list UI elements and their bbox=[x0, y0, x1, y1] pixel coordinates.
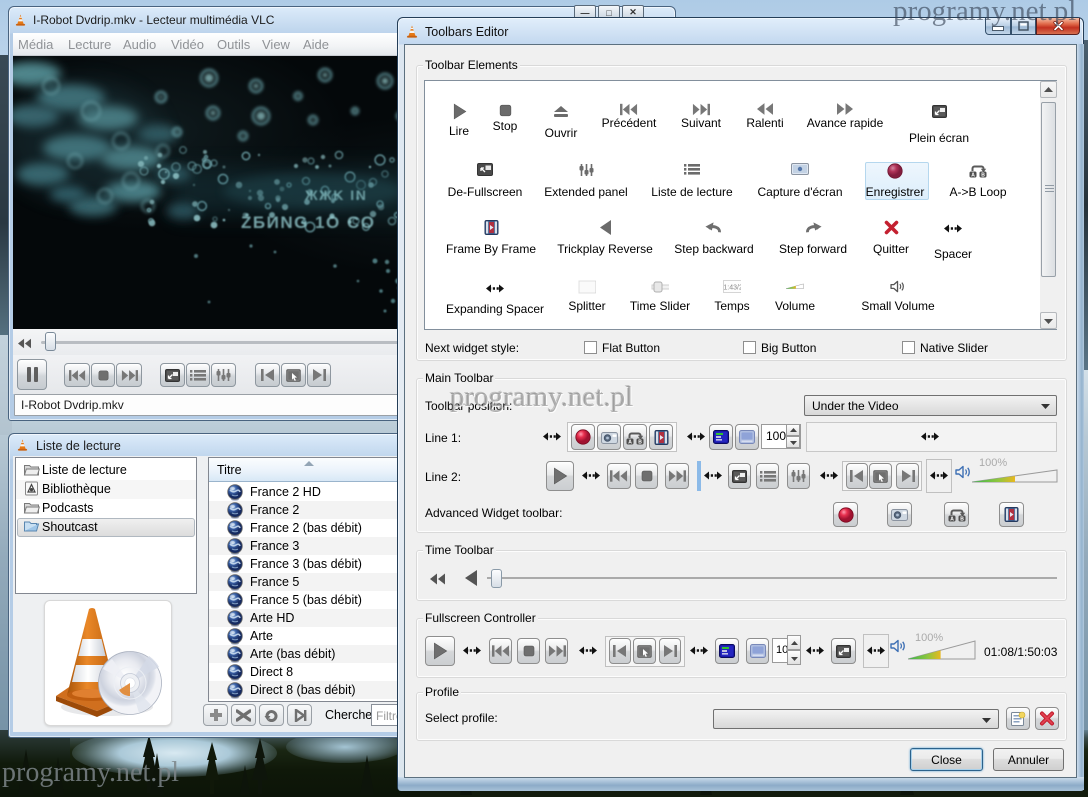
svg-text:B: B bbox=[960, 516, 964, 522]
svg-text:ЖЖK IN: ЖЖK IN bbox=[304, 187, 367, 203]
svg-text:A: A bbox=[628, 439, 632, 445]
svg-text:B: B bbox=[981, 172, 985, 178]
svg-text:A: A bbox=[950, 516, 954, 522]
svg-text:1:43/2:43: 1:43/2:43 bbox=[723, 285, 741, 292]
svg-text:A: A bbox=[971, 172, 975, 178]
svg-text:ZБИNG 1O CO: ZБИNG 1O CO bbox=[241, 213, 375, 232]
svg-text:B: B bbox=[638, 439, 642, 445]
